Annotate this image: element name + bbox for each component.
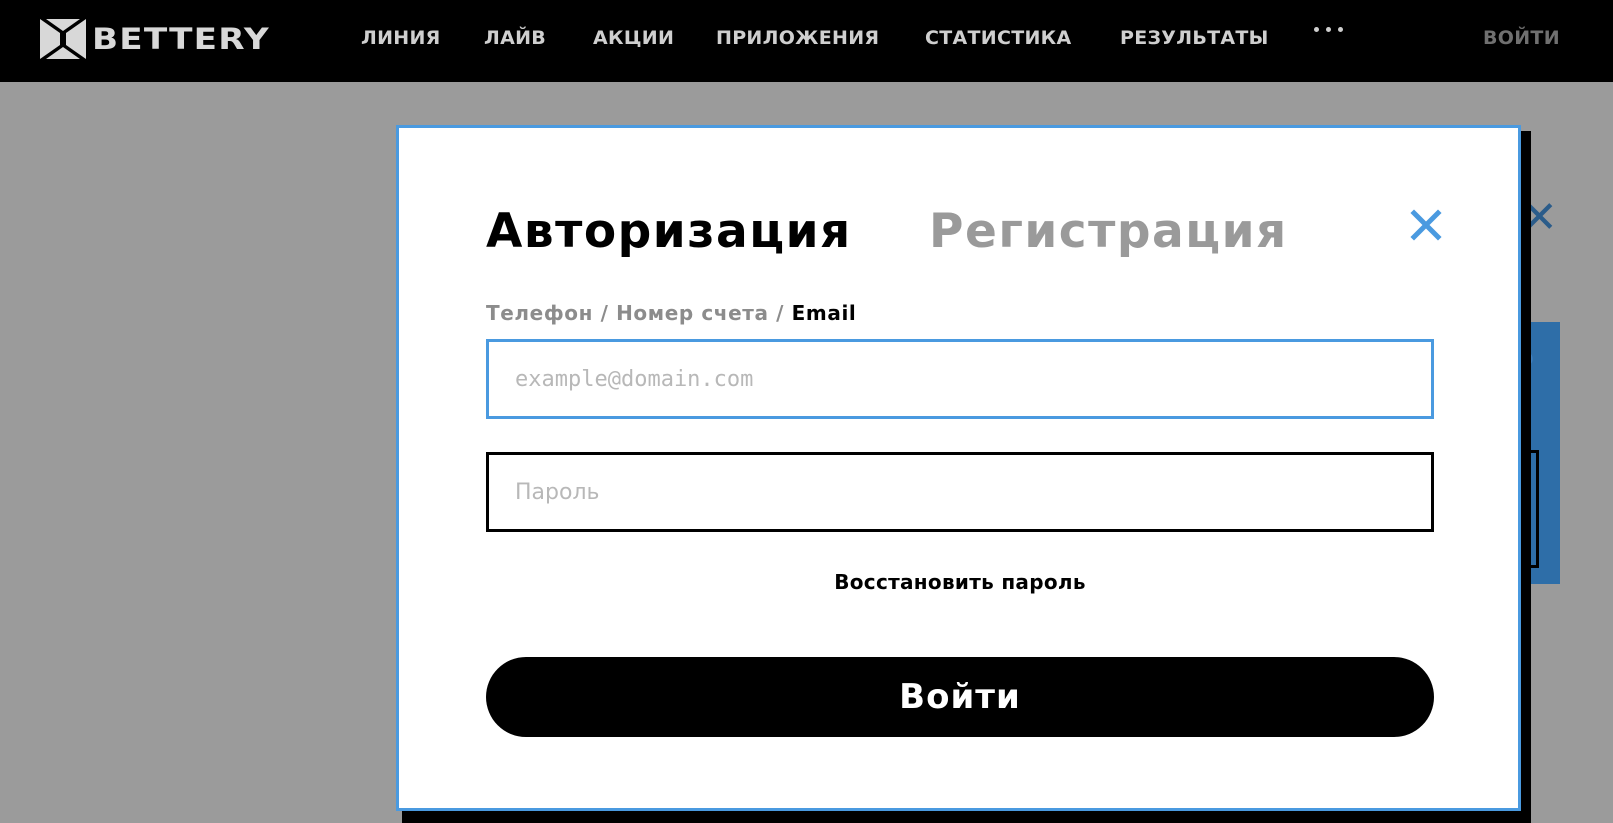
email-input[interactable] (486, 339, 1434, 419)
header-login-link[interactable]: ВОЙТИ (1483, 23, 1560, 53)
tab-register[interactable]: Регистрация (929, 204, 1288, 259)
nav-item-live[interactable]: ЛАЙВ (484, 23, 546, 53)
nav-item-statistics[interactable]: СТАТИСТИКА (925, 23, 1072, 53)
restore-password-link[interactable]: Восстановить пароль (486, 570, 1434, 594)
nav-item-results[interactable]: РЕЗУЛЬТАТЫ (1120, 23, 1269, 53)
separator: / (776, 301, 792, 325)
tab-login[interactable]: Авторизация (486, 204, 852, 259)
nav-item-line[interactable]: ЛИНИЯ (361, 23, 441, 53)
login-type-phone[interactable]: Телефон (486, 301, 593, 325)
login-type-switch: Телефон / Номер счета / Email (486, 301, 856, 325)
separator: / (600, 301, 617, 325)
nav-item-apps[interactable]: ПРИЛОЖЕНИЯ (716, 23, 879, 53)
nav-item-promos[interactable]: АКЦИИ (593, 23, 674, 53)
auth-modal: Авторизация Регистрация Телефон / Номер … (396, 125, 1521, 811)
login-type-email[interactable]: Email (792, 301, 857, 325)
login-type-account[interactable]: Номер счета (616, 301, 769, 325)
top-navbar: BETTERY ЛИНИЯ ЛАЙВ АКЦИИ ПРИЛОЖЕНИЯ СТАТ… (0, 0, 1613, 82)
main-nav: ЛИНИЯ ЛАЙВ АКЦИИ ПРИЛОЖЕНИЯ СТАТИСТИКА Р… (0, 23, 1613, 53)
login-submit-button[interactable]: Войти (486, 657, 1434, 737)
close-icon[interactable] (1406, 205, 1446, 245)
password-input[interactable] (486, 452, 1434, 532)
more-dots-icon[interactable] (1314, 27, 1343, 32)
